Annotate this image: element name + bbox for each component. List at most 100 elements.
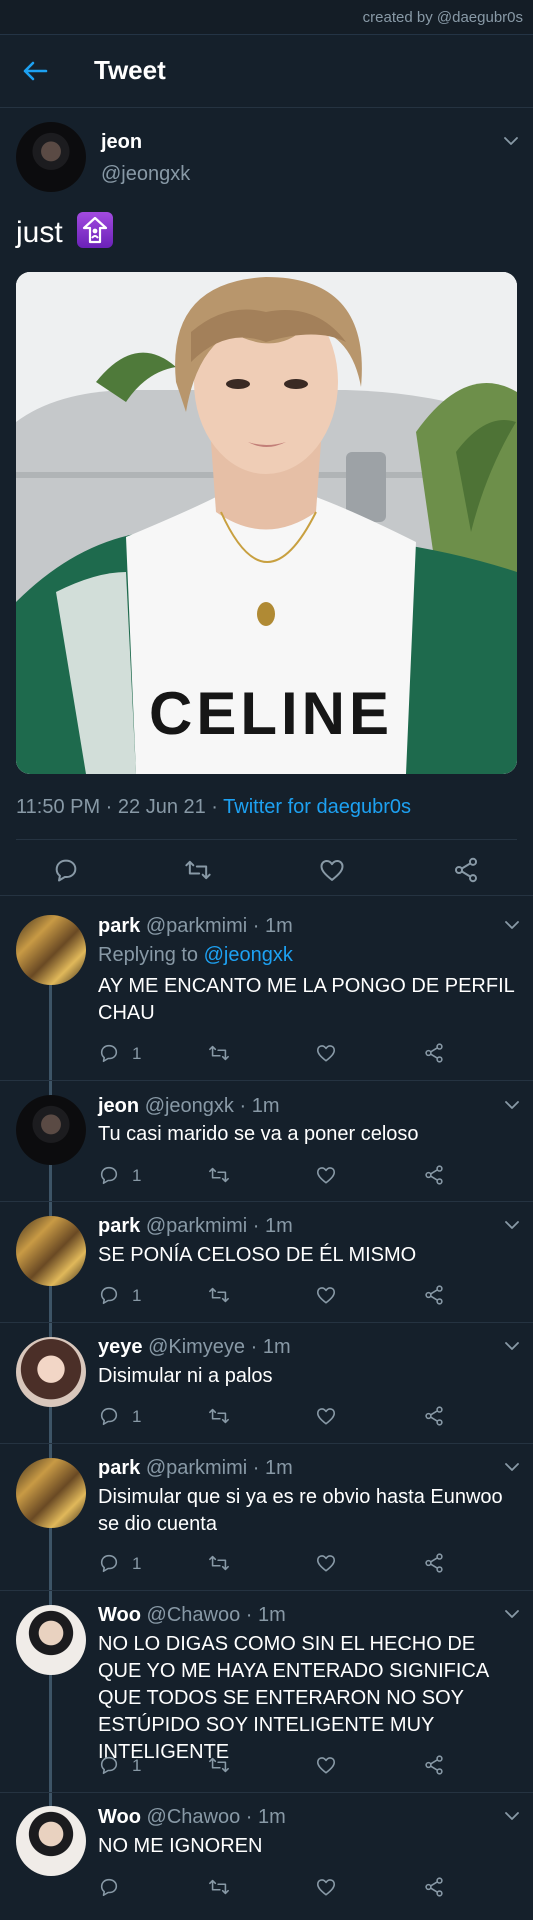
app-header: Tweet (0, 35, 533, 108)
reply-name: jeon (98, 1095, 140, 1117)
retweet-icon[interactable] (208, 1876, 230, 1898)
replying-to: Replying to @jeongxk (98, 944, 293, 967)
tweet-source[interactable]: Twitter for daegubr0s (223, 796, 411, 818)
replying-to-label: Replying to (98, 944, 204, 966)
reply-author[interactable]: Woo @Chawoo · 1m (98, 1604, 286, 1627)
reply-author[interactable]: park @parkmimi · 1m (98, 1457, 293, 1480)
chevron-down-icon[interactable] (504, 1462, 520, 1472)
reply-text: Disimular ni a palos (98, 1365, 273, 1387)
avatar[interactable] (16, 1458, 86, 1528)
reply-icon[interactable] (98, 1876, 120, 1898)
reply-name: Woo (98, 1806, 141, 1828)
retweet-icon[interactable] (208, 1284, 230, 1306)
like-icon[interactable] (315, 1405, 337, 1427)
reply-name: park (98, 1457, 141, 1479)
back-arrow-icon[interactable] (22, 59, 48, 83)
share-icon[interactable] (423, 1552, 445, 1574)
credit-bar: created by @daegubr0s (0, 0, 533, 35)
reply-author[interactable]: yeye @Kimyeye · 1m (98, 1336, 291, 1359)
share-icon[interactable] (423, 1284, 445, 1306)
page-title: Tweet (94, 55, 166, 85)
chevron-down-icon[interactable] (504, 920, 520, 930)
credit-text: created by @daegubr0s (362, 9, 523, 26)
reply-handle: @jeongxk · 1m (144, 1095, 280, 1117)
reply-author[interactable]: park @parkmimi · 1m (98, 915, 293, 938)
replying-to-handle[interactable]: @jeongxk (204, 944, 293, 966)
author-handle[interactable]: @jeongxk (101, 163, 190, 186)
reply-icon[interactable] (98, 1405, 120, 1427)
reply-icon[interactable] (98, 1754, 120, 1776)
chevron-down-icon[interactable] (504, 1609, 520, 1619)
like-icon[interactable] (315, 1552, 337, 1574)
reply-handle: @Kimyeye · 1m (148, 1336, 291, 1358)
reply-count: 1 (132, 1554, 142, 1573)
tweet-photo[interactable]: CELINE (16, 272, 517, 774)
chevron-down-icon[interactable] (504, 1341, 520, 1351)
tweet-timestamp: 11:50 PM · 22 Jun 21 · (16, 796, 224, 818)
retweet-icon[interactable] (208, 1164, 230, 1186)
reply-handle: @Chawoo · 1m (146, 1604, 286, 1626)
share-icon[interactable] (423, 1164, 445, 1186)
avatar[interactable] (16, 1605, 86, 1675)
like-icon[interactable] (315, 1754, 337, 1776)
tweet-text: just (16, 212, 114, 250)
divider (0, 1080, 533, 1081)
retweet-icon[interactable] (208, 1552, 230, 1574)
like-icon[interactable] (315, 1876, 337, 1898)
reply-name: Woo (98, 1604, 141, 1626)
reply-icon[interactable] (98, 1042, 120, 1064)
chevron-down-icon[interactable] (504, 1100, 520, 1110)
reply-name: park (98, 915, 141, 937)
retweet-icon[interactable] (208, 1042, 230, 1064)
reply-text: Tu casi marido se va a poner celoso (98, 1123, 419, 1145)
divider (0, 1590, 533, 1591)
tweet-text-content: just (16, 216, 63, 249)
author-name[interactable]: jeon (101, 131, 142, 154)
share-icon[interactable] (423, 1042, 445, 1064)
retweet-icon[interactable] (208, 1405, 230, 1427)
reply-icon[interactable] (98, 1164, 120, 1186)
like-icon[interactable] (315, 1164, 337, 1186)
reply-handle: @parkmimi · 1m (145, 1457, 293, 1479)
divider (0, 1201, 533, 1202)
reply-text: AY ME ENCANTO ME LA PONGO DE PERFIL CHAU (98, 975, 515, 1024)
reply-count: 1 (132, 1407, 142, 1426)
photo-illustration: CELINE (16, 272, 517, 774)
like-icon[interactable] (318, 856, 346, 884)
reply-count: 1 (132, 1166, 142, 1185)
share-icon[interactable] (452, 856, 480, 884)
avatar[interactable] (16, 1337, 86, 1407)
chevron-down-icon[interactable] (504, 1220, 520, 1230)
reply-text: NO ME IGNOREN (98, 1835, 263, 1857)
reply-text: NO LO DIGAS COMO SIN EL HECHO DE QUE YO … (98, 1633, 489, 1763)
divider (16, 839, 517, 840)
chevron-down-icon[interactable] (504, 1811, 520, 1821)
reply-count: 1 (132, 1756, 142, 1775)
avatar[interactable] (16, 915, 86, 985)
divider (0, 1443, 533, 1444)
reply-name: yeye (98, 1336, 143, 1358)
reply-icon[interactable] (98, 1284, 120, 1306)
share-icon[interactable] (423, 1876, 445, 1898)
like-icon[interactable] (315, 1042, 337, 1064)
reply-count: 1 (132, 1044, 142, 1063)
retweet-icon[interactable] (208, 1754, 230, 1776)
divider (0, 895, 533, 896)
reply-icon[interactable] (98, 1552, 120, 1574)
avatar[interactable] (16, 1095, 86, 1165)
chevron-down-icon[interactable] (503, 136, 519, 146)
reply-author[interactable]: jeon @jeongxk · 1m (98, 1095, 279, 1118)
photo-shirt-text: CELINE (149, 680, 393, 747)
avatar[interactable] (16, 122, 86, 192)
share-icon[interactable] (423, 1405, 445, 1427)
share-icon[interactable] (423, 1754, 445, 1776)
reply-icon[interactable] (52, 856, 80, 884)
avatar[interactable] (16, 1216, 86, 1286)
like-icon[interactable] (315, 1284, 337, 1306)
avatar[interactable] (16, 1806, 86, 1876)
reply-author[interactable]: park @parkmimi · 1m (98, 1215, 293, 1238)
reply-handle: @parkmimi · 1m (145, 1215, 293, 1237)
retweet-icon[interactable] (184, 856, 212, 884)
reply-count: 1 (132, 1286, 142, 1305)
reply-author[interactable]: Woo @Chawoo · 1m (98, 1806, 286, 1829)
